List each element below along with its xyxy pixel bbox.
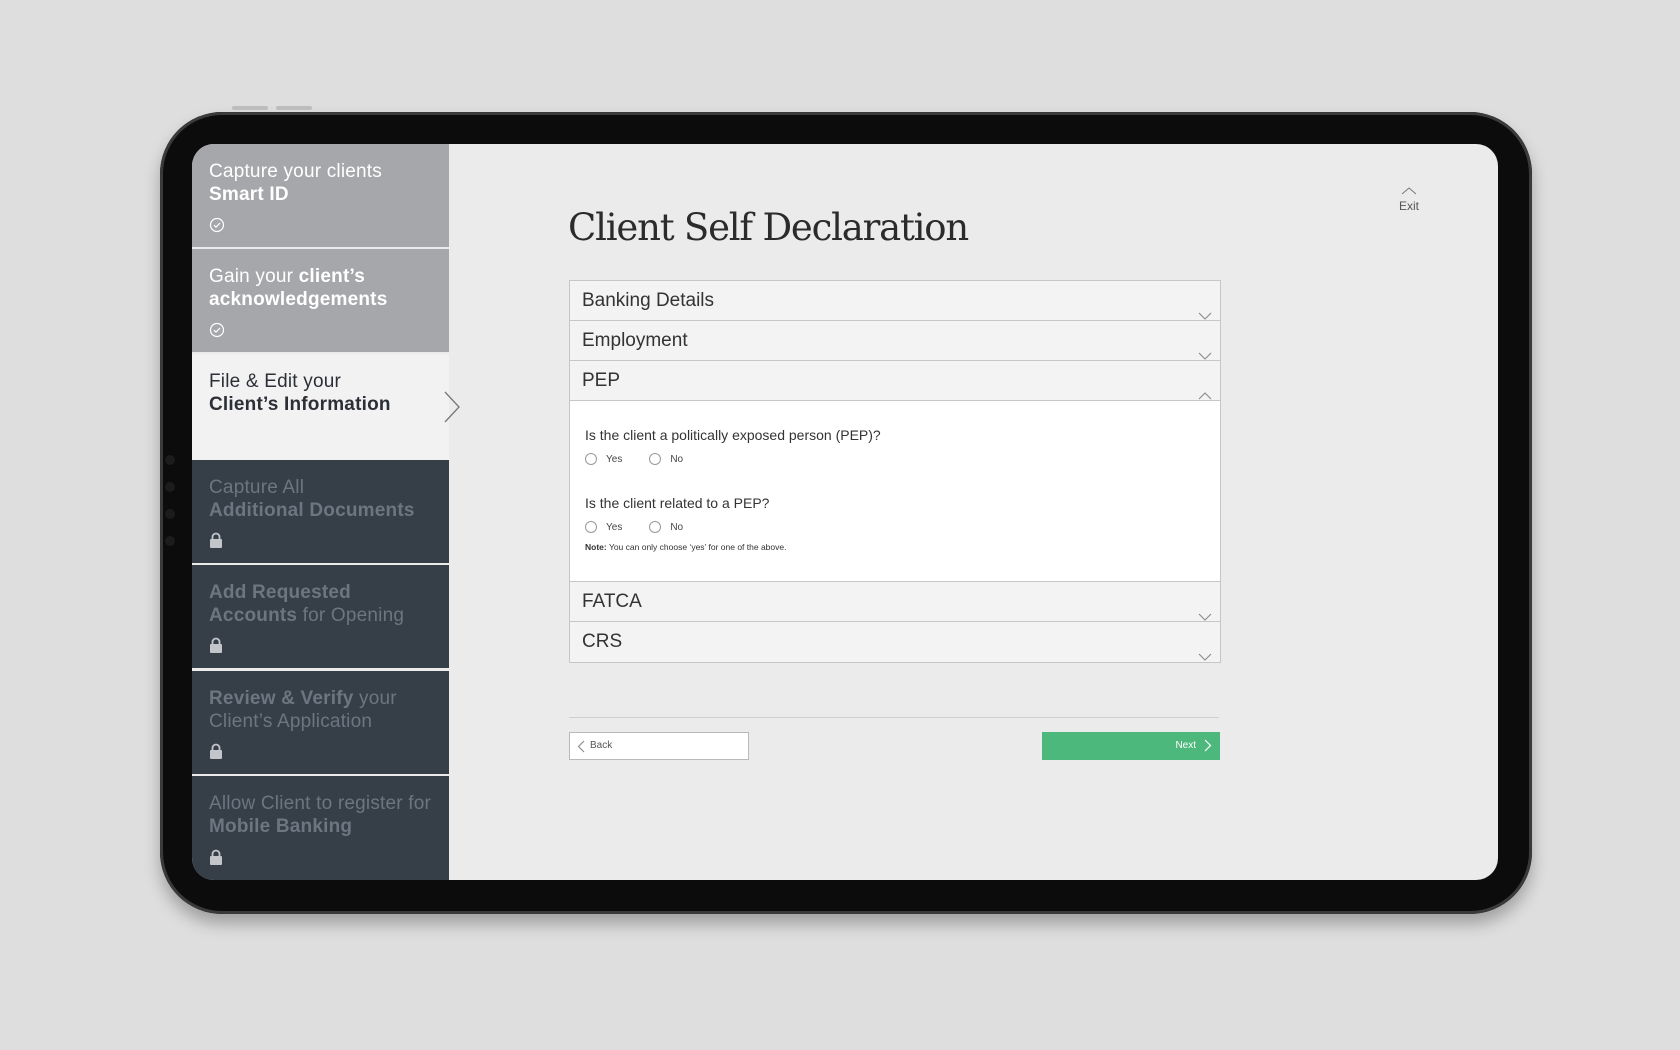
step-text-pre: Capture All <box>209 477 305 498</box>
step-text-pre: Gain your <box>209 266 299 287</box>
check-circle-icon <box>209 321 225 344</box>
radio-label: No <box>670 521 684 533</box>
step-text-bold: Additional Documents <box>209 500 415 521</box>
pep-question-1: Is the client a politically exposed pers… <box>585 427 881 443</box>
next-label: Next <box>1175 740 1196 751</box>
section-label: CRS <box>582 631 623 652</box>
section-employment[interactable]: Employment <box>570 321 1220 361</box>
step-review-verify[interactable]: Review & Verify your Client’s Applicatio… <box>192 671 449 774</box>
app-screen: Capture your clients Smart ID Gain your … <box>192 144 1498 880</box>
page-title: Client Self Declaration <box>568 206 969 249</box>
progress-sidebar: Capture your clients Smart ID Gain your … <box>192 144 460 880</box>
step-additional-documents[interactable]: Capture All Additional Documents <box>192 460 449 563</box>
pep-section-body: Is the client a politically exposed pers… <box>570 401 1220 582</box>
radio-label: Yes <box>606 521 623 533</box>
note-text: You can only choose ‘yes’ for one of the… <box>606 542 787 552</box>
exit-arrow-icon <box>1401 187 1417 195</box>
section-pep[interactable]: PEP <box>570 361 1220 401</box>
next-button[interactable]: Next <box>1042 732 1220 760</box>
exit-label: Exit <box>1398 199 1419 213</box>
section-banking-details[interactable]: Banking Details <box>570 281 1220 321</box>
radio-label: No <box>670 453 684 465</box>
note-label: Note: <box>585 542 607 552</box>
declaration-accordion: Banking Details Employment PEP Is the cl… <box>569 280 1221 663</box>
step-add-requested-accounts[interactable]: Add Requested Accounts for Opening <box>192 565 449 668</box>
radio-label: Yes <box>606 453 623 465</box>
section-fatca[interactable]: FATCA <box>570 582 1220 622</box>
power-button <box>276 106 312 110</box>
chevron-right-icon <box>1204 739 1212 752</box>
lock-icon <box>209 637 223 660</box>
volume-button <box>232 106 268 110</box>
step-capture-smart-id[interactable]: Capture your clients Smart ID <box>192 144 449 247</box>
footer-divider <box>569 717 1219 718</box>
section-label: Employment <box>582 330 688 351</box>
check-circle-icon <box>209 216 225 239</box>
pep-q1-yes-radio[interactable] <box>585 453 597 465</box>
step-text-bold: Review & Verify <box>209 688 354 709</box>
pep-question-1-options: Yes No <box>585 453 710 465</box>
section-crs[interactable]: CRS <box>570 622 1220 662</box>
lock-icon <box>209 849 223 872</box>
pep-question-2-options: Yes No <box>585 521 710 533</box>
step-client-information[interactable]: File & Edit your Client’s Information <box>192 354 460 460</box>
step-client-acknowledgements[interactable]: Gain your client’s acknowledgements <box>192 249 449 352</box>
step-text-pre: Allow Client to register for <box>209 793 432 814</box>
camera-dots <box>165 455 175 563</box>
back-button[interactable]: Back <box>569 732 749 760</box>
main-content: Exit Client Self Declaration Banking Det… <box>449 144 1498 880</box>
pep-q2-yes-radio[interactable] <box>585 521 597 533</box>
step-text-pre: Capture your clients <box>209 161 382 182</box>
step-text-bold: Mobile Banking <box>209 816 353 837</box>
step-text-post: for Opening <box>297 605 405 626</box>
step-mobile-banking[interactable]: Allow Client to register for Mobile Bank… <box>192 776 449 880</box>
pep-note: Note: You can only choose ‘yes’ for one … <box>585 542 786 552</box>
exit-button[interactable]: Exit <box>1389 184 1429 213</box>
lock-icon <box>209 532 223 555</box>
section-label: PEP <box>582 370 621 391</box>
chevron-left-icon <box>577 740 585 753</box>
pep-q1-no-radio[interactable] <box>649 453 662 465</box>
back-label: Back <box>590 740 613 751</box>
chevron-down-icon <box>1198 636 1212 676</box>
step-text-pre: File & Edit your <box>209 371 342 392</box>
pep-question-2: Is the client related to a PEP? <box>585 495 770 511</box>
lock-icon <box>209 743 223 766</box>
step-text-bold: Smart ID <box>209 184 289 205</box>
section-label: Banking Details <box>582 290 715 311</box>
pep-q2-no-radio[interactable] <box>649 521 662 533</box>
step-text-bold: Client’s Information <box>209 394 391 415</box>
section-label: FATCA <box>582 591 642 612</box>
